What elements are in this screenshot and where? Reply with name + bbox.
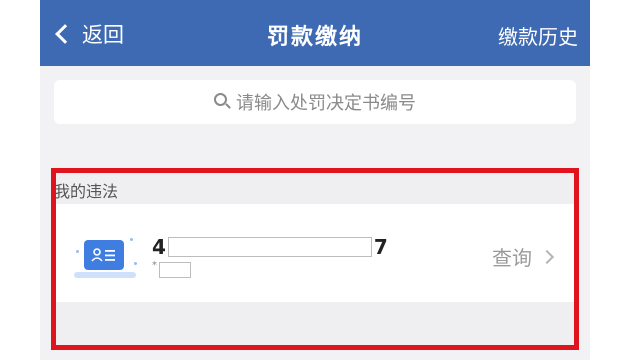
phone-screen: 返回 罚款缴纳 缴款历史 请输入处罚决定书编号 我的违法 4 7 * 查询 [40,0,590,360]
plate-number: 4 7 [152,235,388,259]
query-label: 查询 [492,246,532,270]
section-title: 我的违法 [54,182,119,201]
redaction-box [167,237,372,257]
payment-history-link[interactable]: 缴款历史 [498,21,578,50]
detail-prefix: * [152,260,157,271]
search-icon [214,93,231,109]
search-placeholder: 请输入处罚决定书编号 [236,93,416,114]
violation-item[interactable]: 4 7 * 查询 [54,204,576,302]
top-navigation-bar: 返回 罚款缴纳 缴款历史 [40,0,590,66]
query-button[interactable]: 查询 [492,242,555,271]
plate-suffix: 7 [373,235,388,259]
redaction-box-small [159,262,191,278]
vehicle-detail: * [152,260,191,278]
search-input[interactable]: 请输入处罚决定书编号 [54,80,576,124]
chevron-right-icon [539,249,555,264]
plate-prefix: 4 [152,235,166,259]
id-card-icon [74,232,138,278]
